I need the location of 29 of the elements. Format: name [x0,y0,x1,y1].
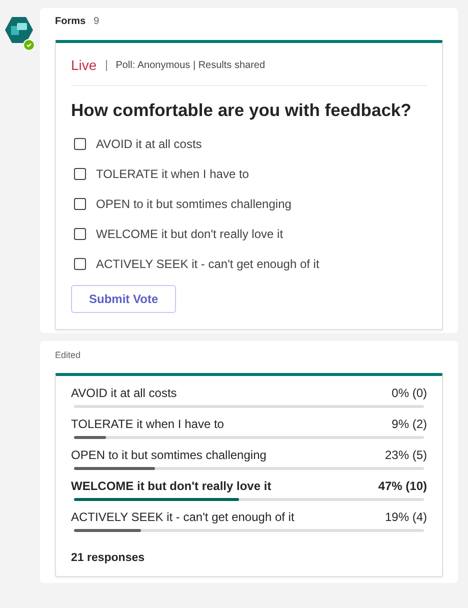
status-label: Live [71,57,97,73]
sender-name: Forms [55,16,86,27]
checkbox[interactable] [74,138,86,150]
checkbox[interactable] [74,258,86,270]
option-label: ACTIVELY SEEK it - can't get enough of it [96,257,320,271]
option-label: AVOID it at all costs [71,386,177,400]
vote-count: 0% (0) [392,386,427,400]
edited-label: Edited [55,349,81,360]
option-label: AVOID it at all costs [96,137,202,151]
option-label: ACTIVELY SEEK it - can't get enough of it [71,510,294,524]
vote-count: 47% (10) [378,479,427,493]
option-label: TOLERATE it when I have to [96,167,249,181]
forms-app-icon [4,15,34,45]
checkbox[interactable] [74,168,86,180]
poll-info: Poll: Anonymous | Results shared [116,60,266,70]
option-label: WELCOME it but don't really love it [96,227,284,241]
option-label: OPEN to it but somtimes challenging [71,448,266,462]
option-label: OPEN to it but somtimes challenging [96,197,292,211]
vote-count: 9% (2) [392,417,427,431]
poll-question: How comfortable are you with feedback? [71,100,412,121]
checkbox[interactable] [74,228,86,240]
checkbox[interactable] [74,198,86,210]
submit-vote-button[interactable]: Submit Vote [71,285,176,313]
message-time: 9 [94,16,100,27]
response-count: 21 responses [71,552,146,564]
option-label: WELCOME it but don't really love it [71,479,272,493]
vote-count: 19% (4) [384,510,427,524]
vote-count: 23% (5) [384,448,427,462]
option-label: TOLERATE it when I have to [71,417,224,431]
